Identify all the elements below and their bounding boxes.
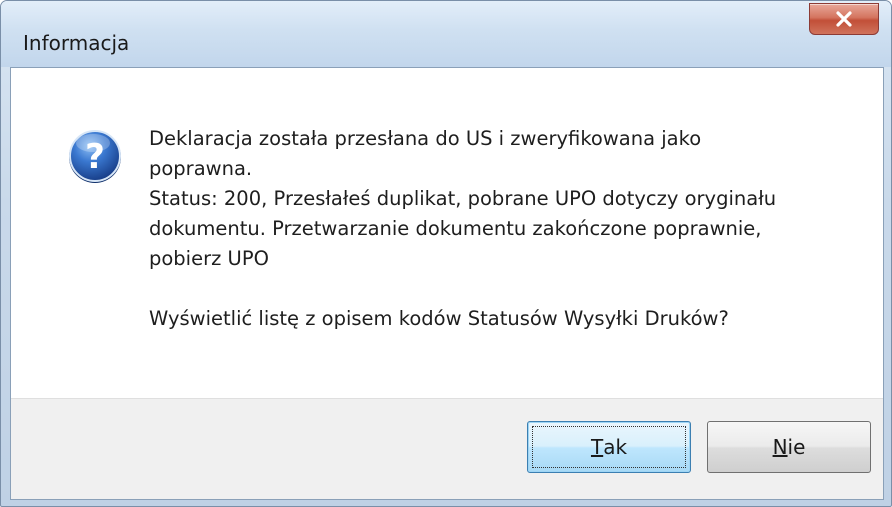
message-line: Status: 200, Przesłałeś duplikat, pobran… (149, 187, 777, 210)
message-line: pobierz UPO (149, 247, 269, 270)
no-mnemonic: N (772, 435, 788, 459)
close-button[interactable] (809, 3, 879, 35)
yes-label: ak (603, 435, 628, 459)
svg-text:?: ? (85, 137, 105, 177)
message-line: Deklaracja została przesłana do US i zwe… (149, 127, 702, 150)
button-bar: Tak Nie (11, 398, 883, 499)
dialog-window: Informacja ? Deklaracja została przesłan… (0, 0, 892, 507)
message-line: dokumentu. Przetwarzanie dokumentu zakoń… (149, 217, 762, 240)
dialog-client-area: ? Deklaracja została przesłana do US i z… (10, 67, 884, 500)
question-icon: ? (69, 130, 121, 183)
message-line: poprawna. (149, 157, 253, 180)
yes-mnemonic: T (590, 435, 604, 459)
message-area: ? Deklaracja została przesłana do US i z… (11, 68, 883, 398)
message-text: Deklaracja została przesłana do US i zwe… (149, 124, 869, 334)
yes-button[interactable]: Tak (527, 421, 691, 473)
close-icon (836, 11, 852, 27)
window-title: Informacja (23, 31, 130, 55)
question-text: Wyświetlić listę z opisem kodów Statusów… (149, 307, 729, 330)
title-bar[interactable]: Informacja (1, 1, 891, 67)
no-button[interactable]: Nie (707, 421, 871, 473)
no-label: ie (787, 435, 806, 459)
